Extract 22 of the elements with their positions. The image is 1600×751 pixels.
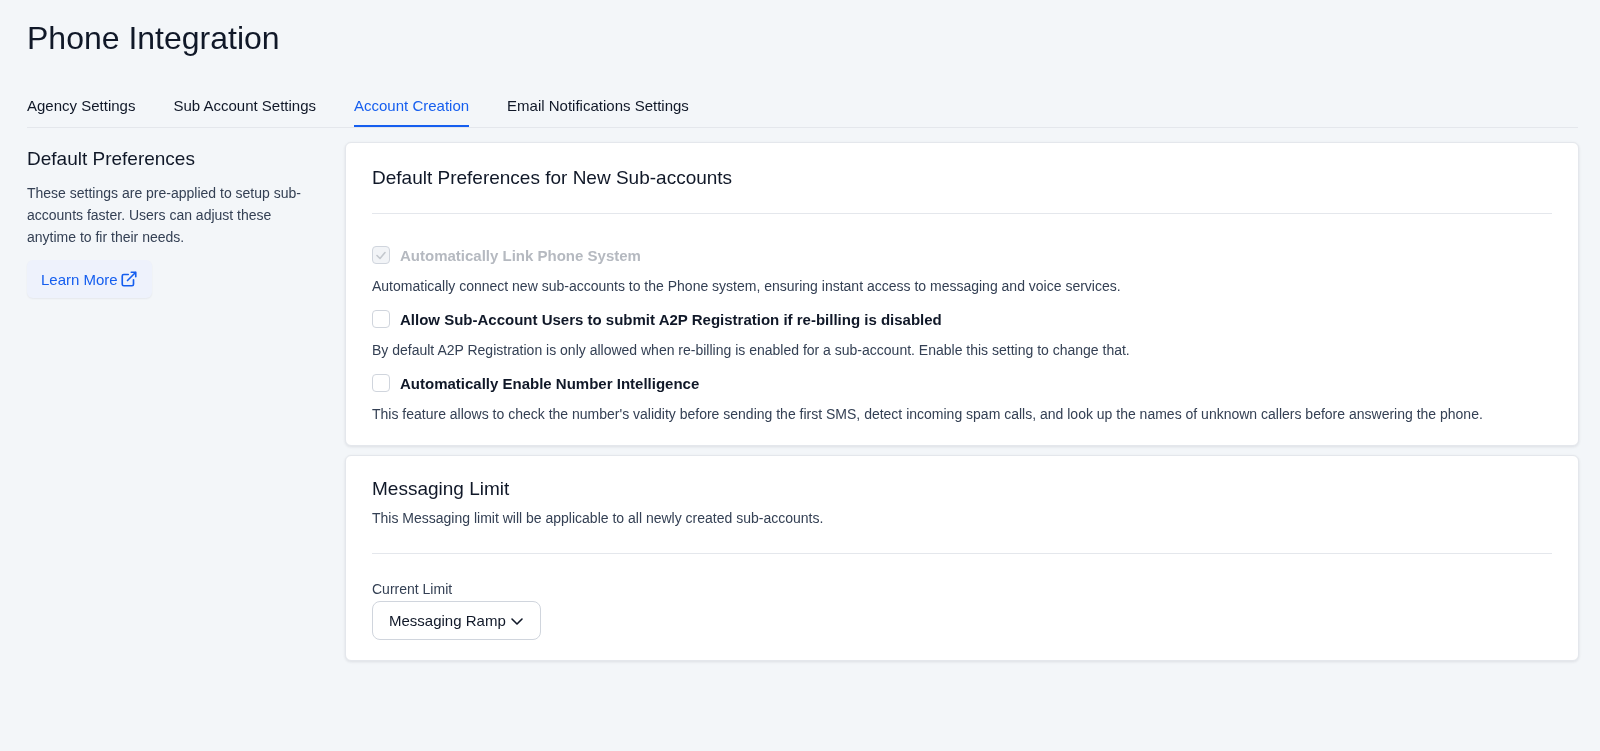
option-description: By default A2P Registration is only allowed when re-billing is enabled for a sub-account. Enable this setting to change that. [372,341,1131,360]
tab[interactable]: Agency Settings [27,89,136,127]
page-title: Phone Integration [27,20,281,57]
option-description: Automatically connect new sub-accounts to the Phone system, ensuring instant access to messaging and voice services. [372,277,1122,296]
option-description: This feature allows to check the number's validity before sending the first SMS, detect incoming spam calls, and look up the names of unknown callers before answering the phone. [372,405,1484,424]
card-description: This Messaging limit will be applicable to all newly created sub-accounts. [372,510,825,526]
checkbox-label: Automatically Enable Number Intelligence [400,374,700,392]
learn-more-link[interactable]: Learn More [27,260,152,298]
tab[interactable]: Email Notifications Settings [507,89,689,127]
tab[interactable]: Sub Account Settings [173,89,316,127]
section-description: These settings are pre-applied to setup sub-accounts faster. Users can adjust these anytime to fir their needs. [27,184,302,247]
checkbox[interactable] [372,374,390,392]
checkbox[interactable] [372,310,390,328]
card-title: Messaging Limit [372,478,511,500]
card-title: Default Preferences for New Sub-accounts [372,167,734,189]
external-link-icon [119,270,138,288]
tab[interactable]: Account Creation [354,89,470,127]
limit-dropdown[interactable]: Messaging Ramp [372,601,541,640]
checkbox-label: Allow Sub-Account Users to submit A2P Registration if re-billing is disabled [400,310,942,328]
checkbox-label: Automatically Link Phone System [400,246,641,264]
field-label: Current Limit [372,581,454,597]
section-heading: Default Preferences [27,148,196,170]
